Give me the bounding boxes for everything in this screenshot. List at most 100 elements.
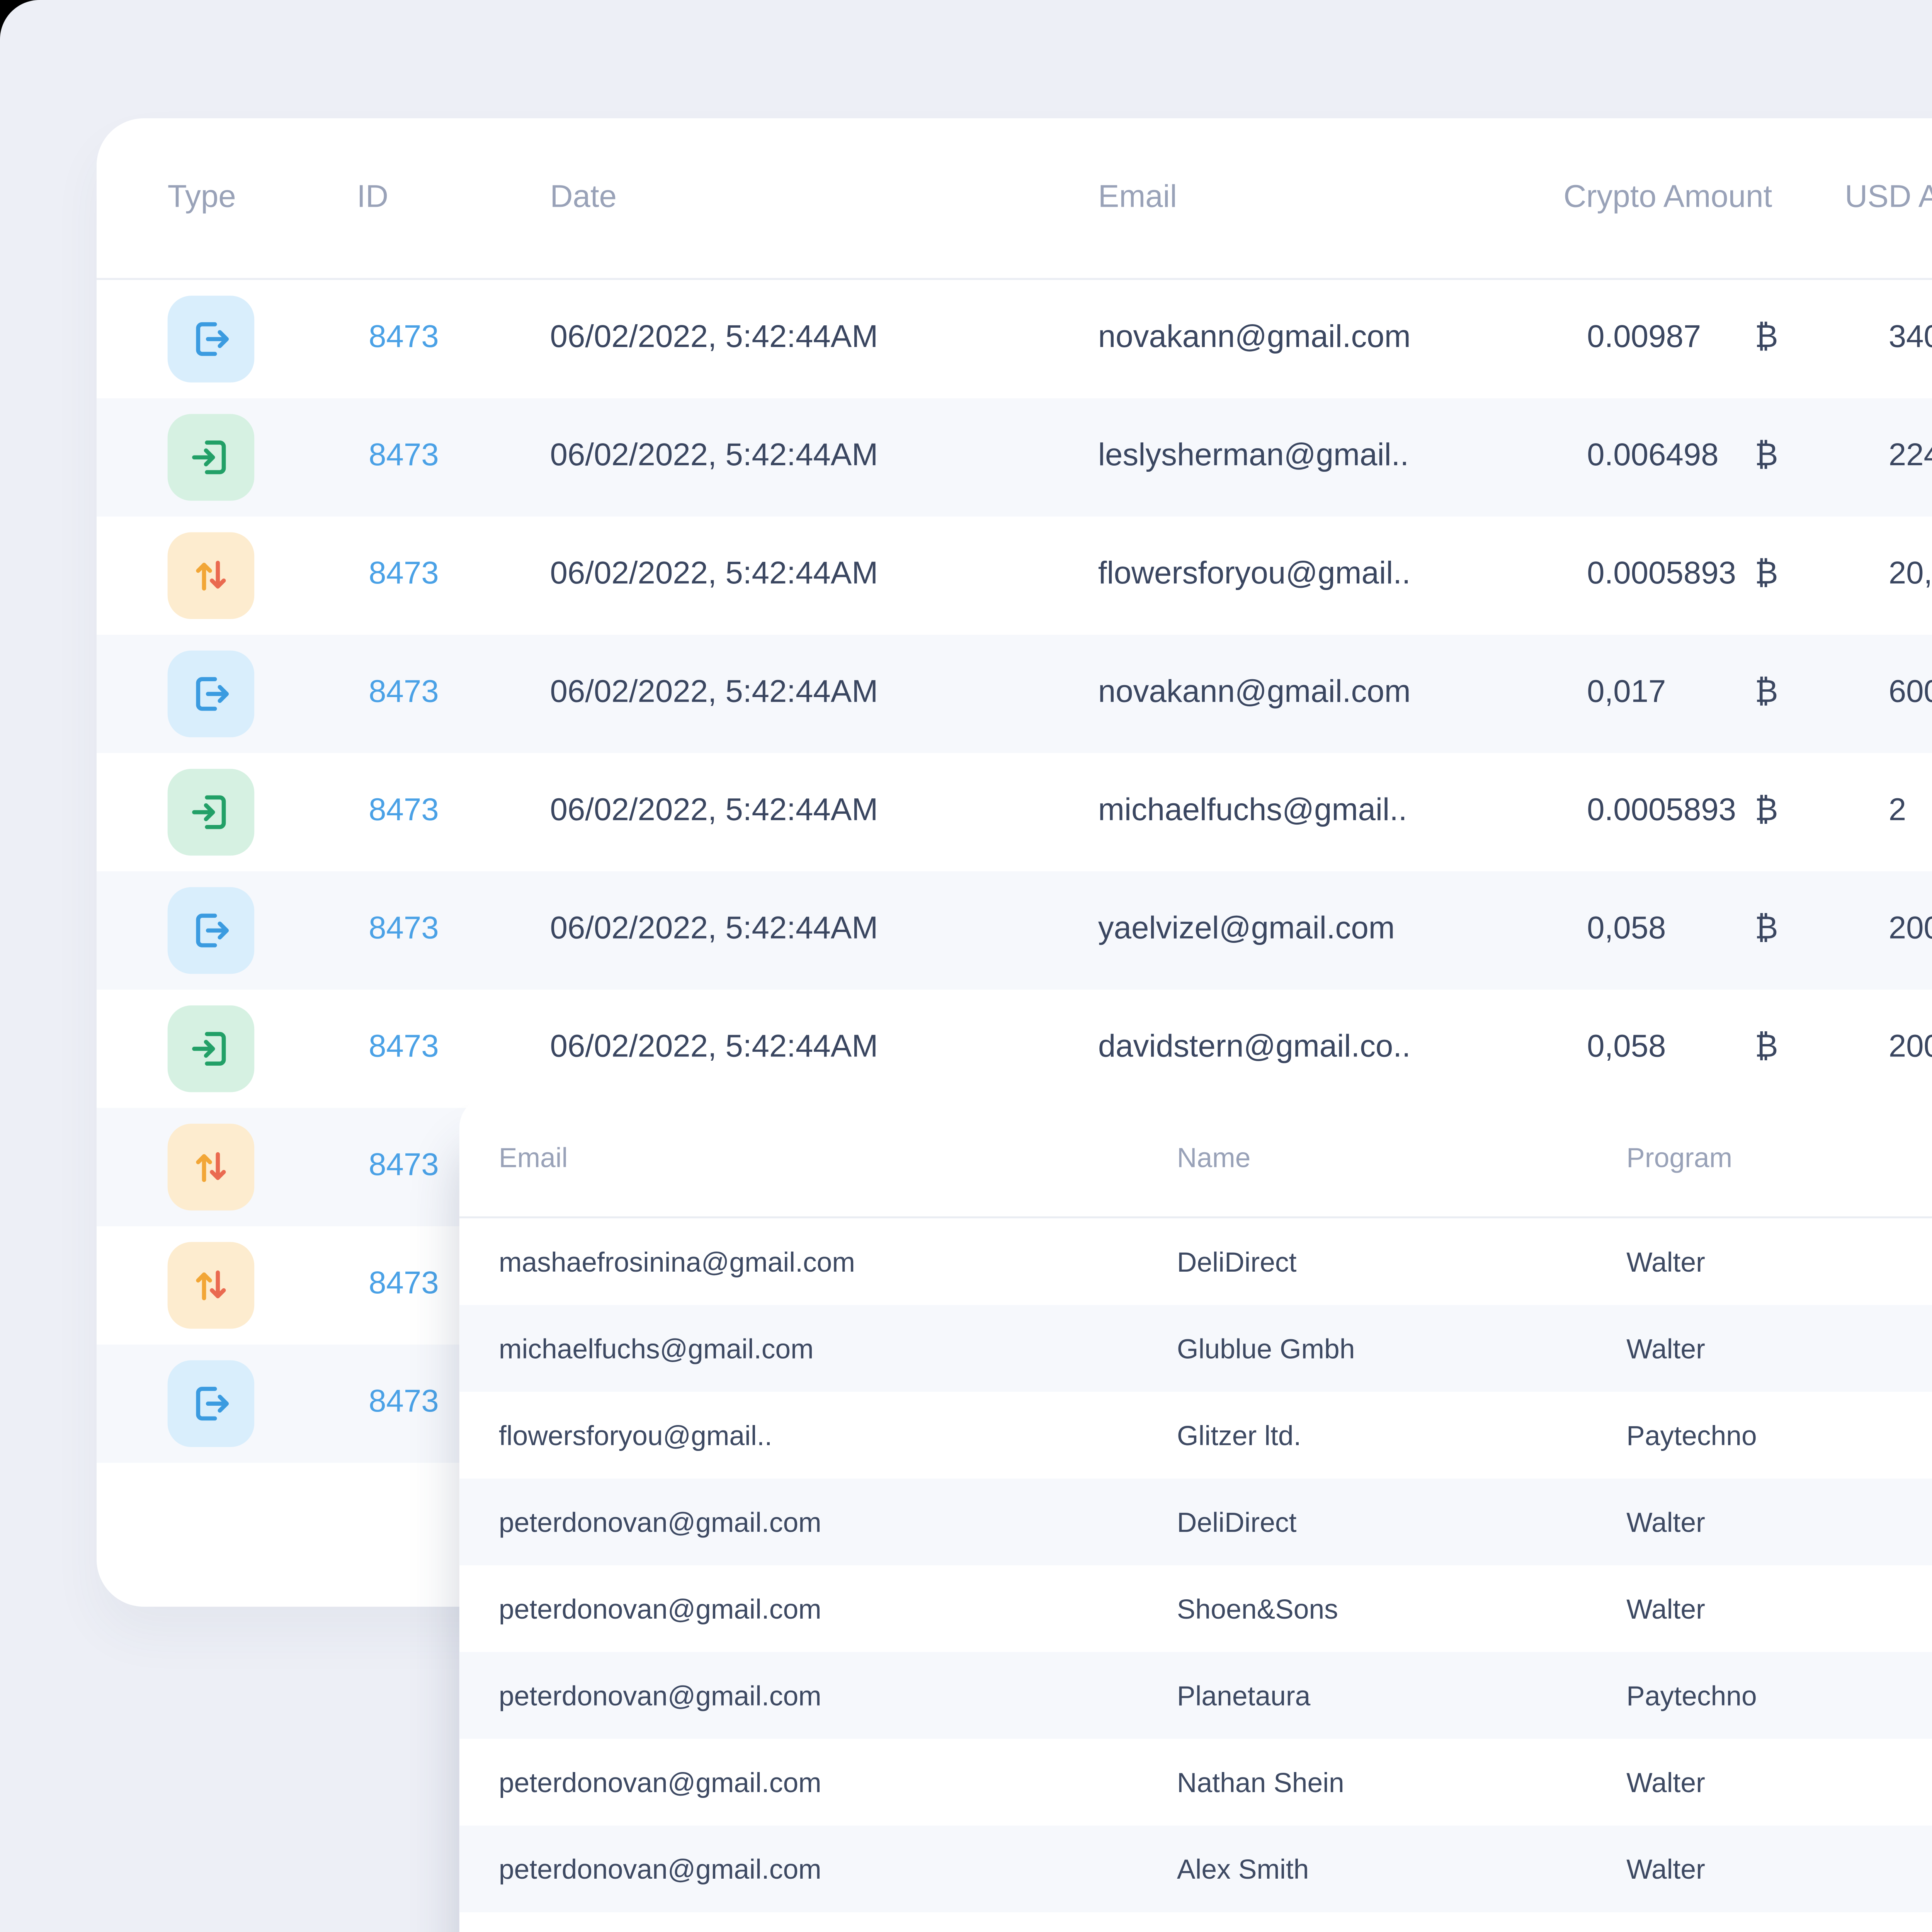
- crypto-amount: 0,058: [1524, 1031, 1721, 1066]
- crypto-amount: 0.00987: [1524, 321, 1721, 357]
- transaction-date: 06/02/2022, 5:42:44AM: [534, 558, 1082, 594]
- transaction-id-link[interactable]: 8473: [357, 321, 534, 357]
- column-header-type: Type: [168, 180, 357, 216]
- transfer-out-icon: [168, 651, 254, 737]
- kyb-table-row: michaelfuchs@gmail.com Glublue Gmbh Walt…: [459, 1305, 1932, 1392]
- kyb-email: mashaefrosinina@gmail.com: [499, 1246, 1177, 1277]
- bitcoin-symbol: ₿: [1721, 913, 1812, 948]
- usd-amount: 2000: [1812, 1031, 1932, 1066]
- table-row: 8473 06/02/2022, 5:42:44AM novakann@gmai…: [97, 280, 1932, 398]
- transfer-out-icon: [168, 296, 254, 382]
- transfer-out-icon: [168, 887, 254, 974]
- kyb-name: DeliDirect: [1177, 1246, 1626, 1277]
- exchange-icon: [168, 1124, 254, 1210]
- kyb-panel-header: Email Name Program KYB Status Actions: [459, 1096, 1932, 1218]
- bitcoin-symbol: ₿: [1721, 1031, 1812, 1066]
- table-row: 8473 06/02/2022, 5:42:44AM davidstern@gm…: [97, 990, 1932, 1108]
- kyb-email: michaelfuchs@gmail.com: [499, 1333, 1177, 1364]
- transaction-email: michaelfuchs@gmail..: [1082, 794, 1524, 830]
- kyb-panel: Email Name Program KYB Status Actions ma…: [459, 1096, 1932, 1932]
- transaction-date: 06/02/2022, 5:42:44AM: [534, 321, 1082, 357]
- transaction-id-link[interactable]: 8473: [357, 1031, 534, 1066]
- transaction-date: 06/02/2022, 5:42:44AM: [534, 913, 1082, 948]
- transaction-id-link[interactable]: 8473: [357, 440, 534, 475]
- kyb-name: Nathan Shein: [1177, 1766, 1626, 1798]
- column-header-date: Date: [534, 180, 1082, 216]
- table-row: 8473 06/02/2022, 5:42:44AM leslysherman@…: [97, 398, 1932, 517]
- usd-amount: 2: [1812, 794, 1932, 830]
- kyb-name: Alex Smith: [1177, 1853, 1626, 1885]
- kyb-program: Walter: [1626, 1333, 1932, 1364]
- transaction-email: leslysherman@gmail..: [1082, 440, 1524, 475]
- kyb-rows: mashaefrosinina@gmail.com DeliDirect Wal…: [459, 1218, 1932, 1932]
- table-row: 8473 06/02/2022, 5:42:44AM yaelvizel@gma…: [97, 871, 1932, 990]
- transfer-in-icon: [168, 1005, 254, 1092]
- crypto-amount: 0.0005893: [1524, 794, 1721, 830]
- kyb-name: Glublue Gmbh: [1177, 1333, 1626, 1364]
- column-header-crypto-amount: Crypto Amount: [1524, 180, 1812, 216]
- transaction-email: davidstern@gmail.co..: [1082, 1031, 1524, 1066]
- column-header-usd-amount: USD Amount: [1812, 180, 1932, 216]
- transaction-id-link[interactable]: 8473: [357, 558, 534, 594]
- kyb-program: Walter: [1626, 1506, 1932, 1538]
- kyb-name: Planetaura: [1177, 1680, 1626, 1711]
- kyb-table-row: peterdonovan@gmail.com Nathan Shein Walt…: [459, 1739, 1932, 1825]
- kyb-table-row: peterdonovan@gmail.com DeliDirect Walter…: [459, 1479, 1932, 1565]
- kyb-program: Walter: [1626, 1766, 1932, 1798]
- kyb-program: Walter: [1626, 1246, 1932, 1277]
- exchange-icon: [168, 532, 254, 619]
- kyb-program: Paytechno: [1626, 1419, 1932, 1451]
- kyb-name: DeliDirect: [1177, 1506, 1626, 1538]
- kyb-program: Walter: [1626, 1593, 1932, 1624]
- kyb-email: peterdonovan@gmail.com: [499, 1853, 1177, 1885]
- kyb-program: Paytechno: [1626, 1680, 1932, 1711]
- transaction-date: 06/02/2022, 5:42:44AM: [534, 676, 1082, 712]
- transaction-date: 06/02/2022, 5:42:44AM: [534, 794, 1082, 830]
- usd-amount: 340,27: [1812, 321, 1932, 357]
- usd-amount: 600: [1812, 676, 1932, 712]
- transaction-email: flowersforyou@gmail..: [1082, 558, 1524, 594]
- table-row: 8473 06/02/2022, 5:42:44AM novakann@gmai…: [97, 635, 1932, 753]
- usd-amount: 224,02: [1812, 440, 1932, 475]
- bitcoin-symbol: ₿: [1721, 558, 1812, 594]
- transaction-email: novakann@gmail.com: [1082, 321, 1524, 357]
- kyb-column-header-email: Email: [499, 1141, 1177, 1172]
- transfer-in-icon: [168, 414, 254, 500]
- kyb-email: peterdonovan@gmail.com: [499, 1766, 1177, 1798]
- kyb-email: peterdonovan@gmail.com: [499, 1680, 1177, 1711]
- transaction-date: 06/02/2022, 5:42:44AM: [534, 440, 1082, 475]
- kyb-email: peterdonovan@gmail.com: [499, 1593, 1177, 1624]
- usd-amount: 2000: [1812, 913, 1932, 948]
- crypto-amount: 0.0005893: [1524, 558, 1721, 594]
- transaction-id-link[interactable]: 8473: [357, 794, 534, 830]
- column-header-id: ID: [357, 180, 534, 216]
- bitcoin-symbol: ₿: [1721, 440, 1812, 475]
- app-window: Type ID Date Email Crypto Amount USD Amo…: [0, 0, 1932, 1932]
- exchange-icon: [168, 1242, 254, 1328]
- table-row: 8473 06/02/2022, 5:42:44AM michaelfuchs@…: [97, 753, 1932, 871]
- kyb-table-row: flowersforyou@gmail.com DeliDirect Payte…: [459, 1912, 1932, 1932]
- kyb-program: Walter: [1626, 1853, 1932, 1885]
- kyb-table-row: peterdonovan@gmail.com Shoen&Sons Walter…: [459, 1565, 1932, 1652]
- table-row: 8473 06/02/2022, 5:42:44AM flowersforyou…: [97, 517, 1932, 635]
- kyb-email: flowersforyou@gmail..: [499, 1419, 1177, 1451]
- kyb-name: Shoen&Sons: [1177, 1593, 1626, 1624]
- transaction-email: novakann@gmail.com: [1082, 676, 1524, 712]
- transactions-table-header: Type ID Date Email Crypto Amount USD Amo…: [97, 118, 1932, 280]
- transaction-id-link[interactable]: 8473: [357, 913, 534, 948]
- usd-amount: 20,32: [1812, 558, 1932, 594]
- bitcoin-symbol: ₿: [1721, 676, 1812, 712]
- transaction-email: yaelvizel@gmail.com: [1082, 913, 1524, 948]
- kyb-name: Glitzer ltd.: [1177, 1419, 1626, 1451]
- kyb-table-row: flowersforyou@gmail.. Glitzer ltd. Payte…: [459, 1392, 1932, 1478]
- transfer-out-icon: [168, 1360, 254, 1447]
- transaction-id-link[interactable]: 8473: [357, 676, 534, 712]
- kyb-column-header-name: Name: [1177, 1141, 1626, 1172]
- crypto-amount: 0.006498: [1524, 440, 1721, 475]
- crypto-amount: 0,058: [1524, 913, 1721, 948]
- kyb-table-row: peterdonovan@gmail.com Alex Smith Walter…: [459, 1825, 1932, 1912]
- crypto-amount: 0,017: [1524, 676, 1721, 712]
- kyb-email: peterdonovan@gmail.com: [499, 1506, 1177, 1538]
- kyb-table-row: peterdonovan@gmail.com Planetaura Paytec…: [459, 1652, 1932, 1739]
- bitcoin-symbol: ₿: [1721, 794, 1812, 830]
